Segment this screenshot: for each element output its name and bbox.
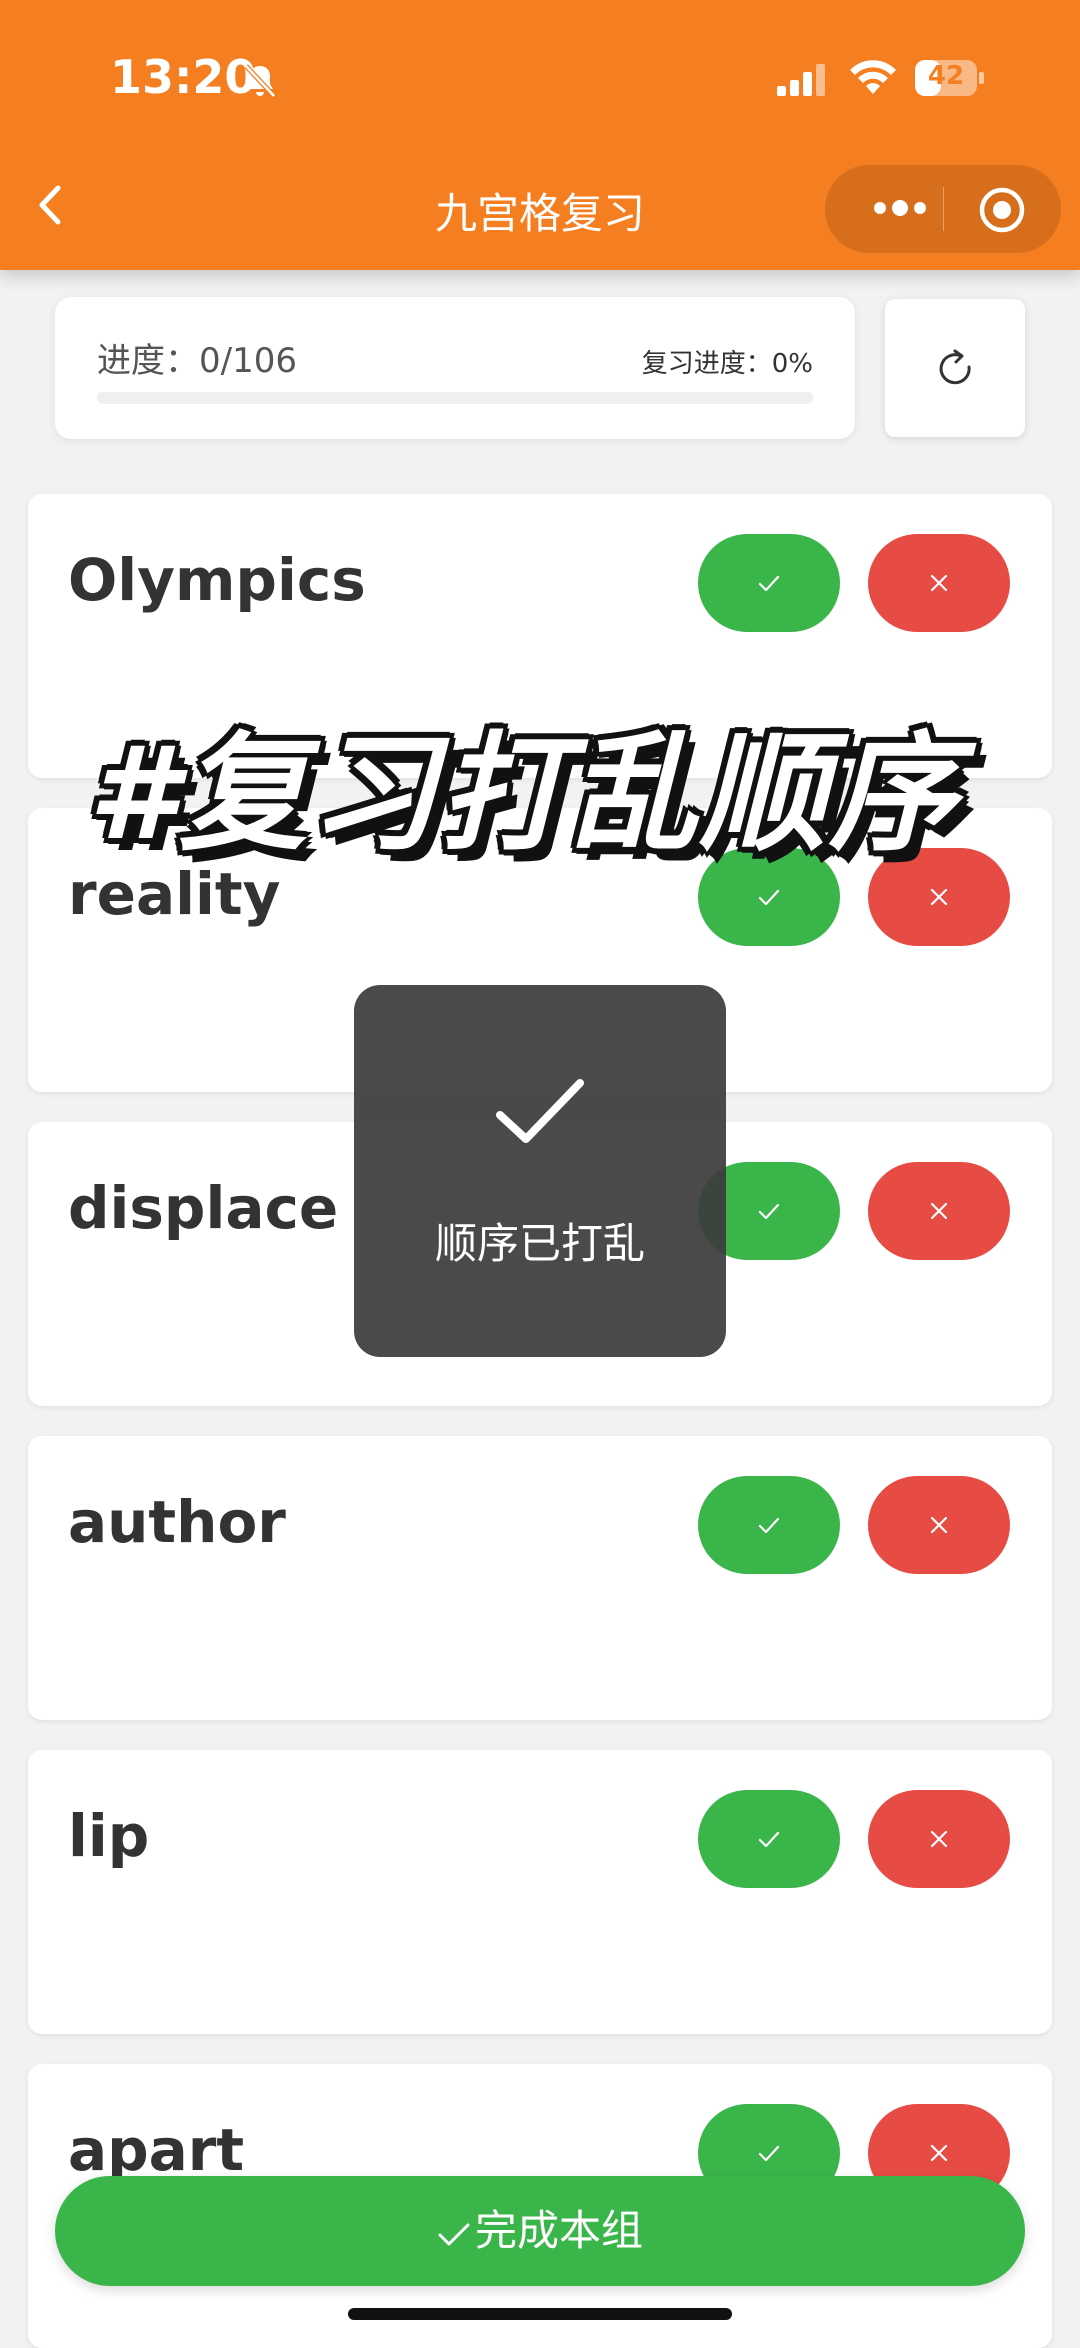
check-icon [496, 1079, 584, 1143]
word-text: displace [68, 1174, 339, 1242]
word-card: author [28, 1436, 1052, 1720]
status-time: 13:20 [110, 50, 257, 104]
signal-icon [777, 64, 825, 96]
close-icon [930, 888, 948, 906]
refresh-icon [939, 349, 971, 385]
bell-off-icon [244, 64, 276, 98]
check-icon [758, 1203, 780, 1220]
check-icon [758, 889, 780, 906]
close-icon [930, 574, 948, 592]
know-button[interactable] [698, 534, 840, 632]
dont-know-button[interactable] [868, 1790, 1010, 1888]
target-circle-icon[interactable] [977, 185, 1027, 235]
check-icon [438, 2223, 470, 2246]
more-dots-icon[interactable] [870, 193, 930, 223]
dont-know-button[interactable] [868, 534, 1010, 632]
word-text: author [68, 1488, 286, 1556]
review-progress-label: 复习进度：0% [641, 349, 813, 379]
word-text: Olympics [68, 546, 366, 614]
progress-label: 进度：0/106 [97, 341, 297, 381]
progress-card: 进度：0/106 复习进度：0% [55, 297, 855, 439]
finish-group-label: 完成本组 [474, 2206, 643, 2255]
check-icon [758, 575, 780, 592]
close-icon [930, 1202, 948, 1220]
overlay-caption: #复习打乱顺序 [88, 720, 960, 869]
close-icon [930, 2144, 948, 2162]
dont-know-button[interactable] [868, 1162, 1010, 1260]
toast-message: 顺序已打乱 [434, 1219, 645, 1268]
know-button[interactable] [698, 1476, 840, 1574]
check-icon [758, 1831, 780, 1848]
toast: 顺序已打乱 [354, 985, 726, 1357]
word-text: lip [68, 1802, 150, 1870]
check-icon [758, 2145, 780, 2162]
close-icon [930, 1830, 948, 1848]
battery-level: 42 [927, 61, 965, 91]
battery-indicator: 42 [915, 58, 985, 98]
word-text: apart [68, 2116, 245, 2184]
finish-group-button[interactable]: 完成本组 [55, 2176, 1025, 2286]
home-indicator[interactable] [348, 2308, 732, 2320]
progress-bar [97, 392, 813, 404]
word-card: lip [28, 1750, 1052, 2034]
mini-program-capsule [825, 165, 1061, 253]
refresh-button[interactable] [885, 299, 1025, 437]
close-icon [930, 1516, 948, 1534]
dont-know-button[interactable] [868, 1476, 1010, 1574]
wifi-icon [850, 60, 896, 94]
know-button[interactable] [698, 1790, 840, 1888]
header-bar: 13:20 42 九宫格复习 [0, 0, 1080, 270]
check-icon [758, 1517, 780, 1534]
